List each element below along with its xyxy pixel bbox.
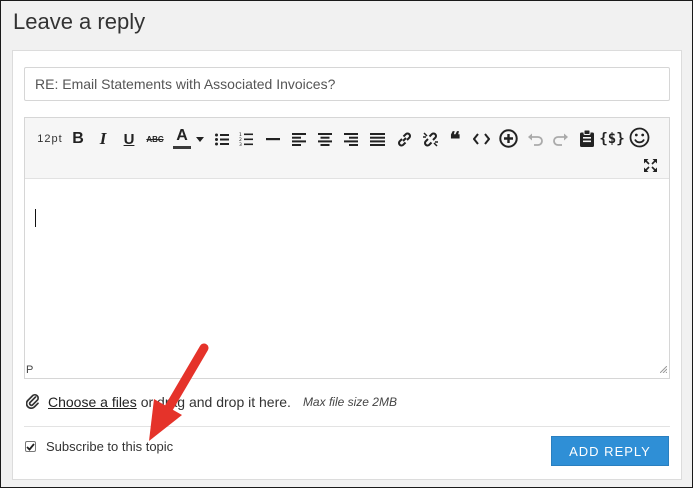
font-size-select[interactable]: 12pt: [33, 128, 67, 150]
svg-text:3: 3: [239, 142, 242, 146]
choose-files-link[interactable]: Choose a files: [48, 394, 137, 410]
link-icon[interactable]: [394, 128, 414, 150]
fullscreen-icon[interactable]: [640, 154, 660, 176]
resize-handle-icon[interactable]: [659, 364, 668, 376]
editor-content[interactable]: [25, 180, 669, 378]
text-color-icon[interactable]: A: [171, 125, 193, 151]
blockquote-icon[interactable]: ❝: [446, 128, 464, 151]
reply-window: Leave a reply RE: Email Statements with …: [0, 0, 693, 488]
max-file-size: Max file size 2MB: [302, 395, 397, 409]
rich-text-editor: 12pt B I U ABC A 123 ❝ {$} P: [24, 117, 670, 379]
align-center-icon[interactable]: [316, 128, 334, 150]
align-left-icon[interactable]: [290, 128, 308, 150]
paperclip-icon: [25, 393, 39, 412]
divider: [24, 426, 670, 427]
text-caret: [35, 209, 36, 227]
align-justify-icon[interactable]: [368, 128, 386, 150]
element-path: P: [26, 364, 34, 376]
add-reply-button[interactable]: ADD REPLY: [551, 436, 669, 466]
page-title: Leave a reply: [13, 9, 146, 34]
paste-icon[interactable]: [578, 127, 596, 149]
italic-icon[interactable]: I: [95, 128, 111, 150]
strikethrough-icon[interactable]: ABC: [145, 128, 165, 150]
underline-icon[interactable]: U: [121, 128, 137, 150]
subscribe-row: Subscribe to this topic: [25, 439, 173, 454]
bold-icon[interactable]: B: [70, 128, 86, 150]
undo-icon[interactable]: [525, 128, 545, 150]
subject-input[interactable]: RE: Email Statements with Associated Inv…: [24, 67, 670, 101]
chevron-down-icon[interactable]: [195, 128, 205, 150]
align-right-icon[interactable]: [342, 128, 360, 150]
bullet-list-icon[interactable]: [213, 128, 231, 150]
horizontal-rule-icon[interactable]: [264, 128, 282, 150]
emoji-icon[interactable]: [627, 126, 651, 148]
reply-panel: RE: Email Statements with Associated Inv…: [12, 50, 682, 480]
redo-icon[interactable]: [551, 128, 571, 150]
code-brace-icon[interactable]: {$}: [599, 128, 624, 150]
numbered-list-icon[interactable]: 123: [237, 128, 255, 150]
editor-toolbar: 12pt B I U ABC A 123 ❝ {$}: [25, 118, 669, 179]
subscribe-checkbox[interactable]: [25, 441, 36, 452]
insert-plus-icon[interactable]: [497, 127, 519, 149]
drag-drop-hint: or drag and drop it here.: [140, 394, 291, 410]
attachment-row: Choose a files or drag and drop it here.…: [25, 392, 397, 412]
subscribe-label[interactable]: Subscribe to this topic: [46, 439, 173, 454]
unlink-icon[interactable]: [420, 128, 440, 150]
code-icon[interactable]: [471, 128, 491, 150]
editor-statusbar: P: [25, 364, 669, 378]
